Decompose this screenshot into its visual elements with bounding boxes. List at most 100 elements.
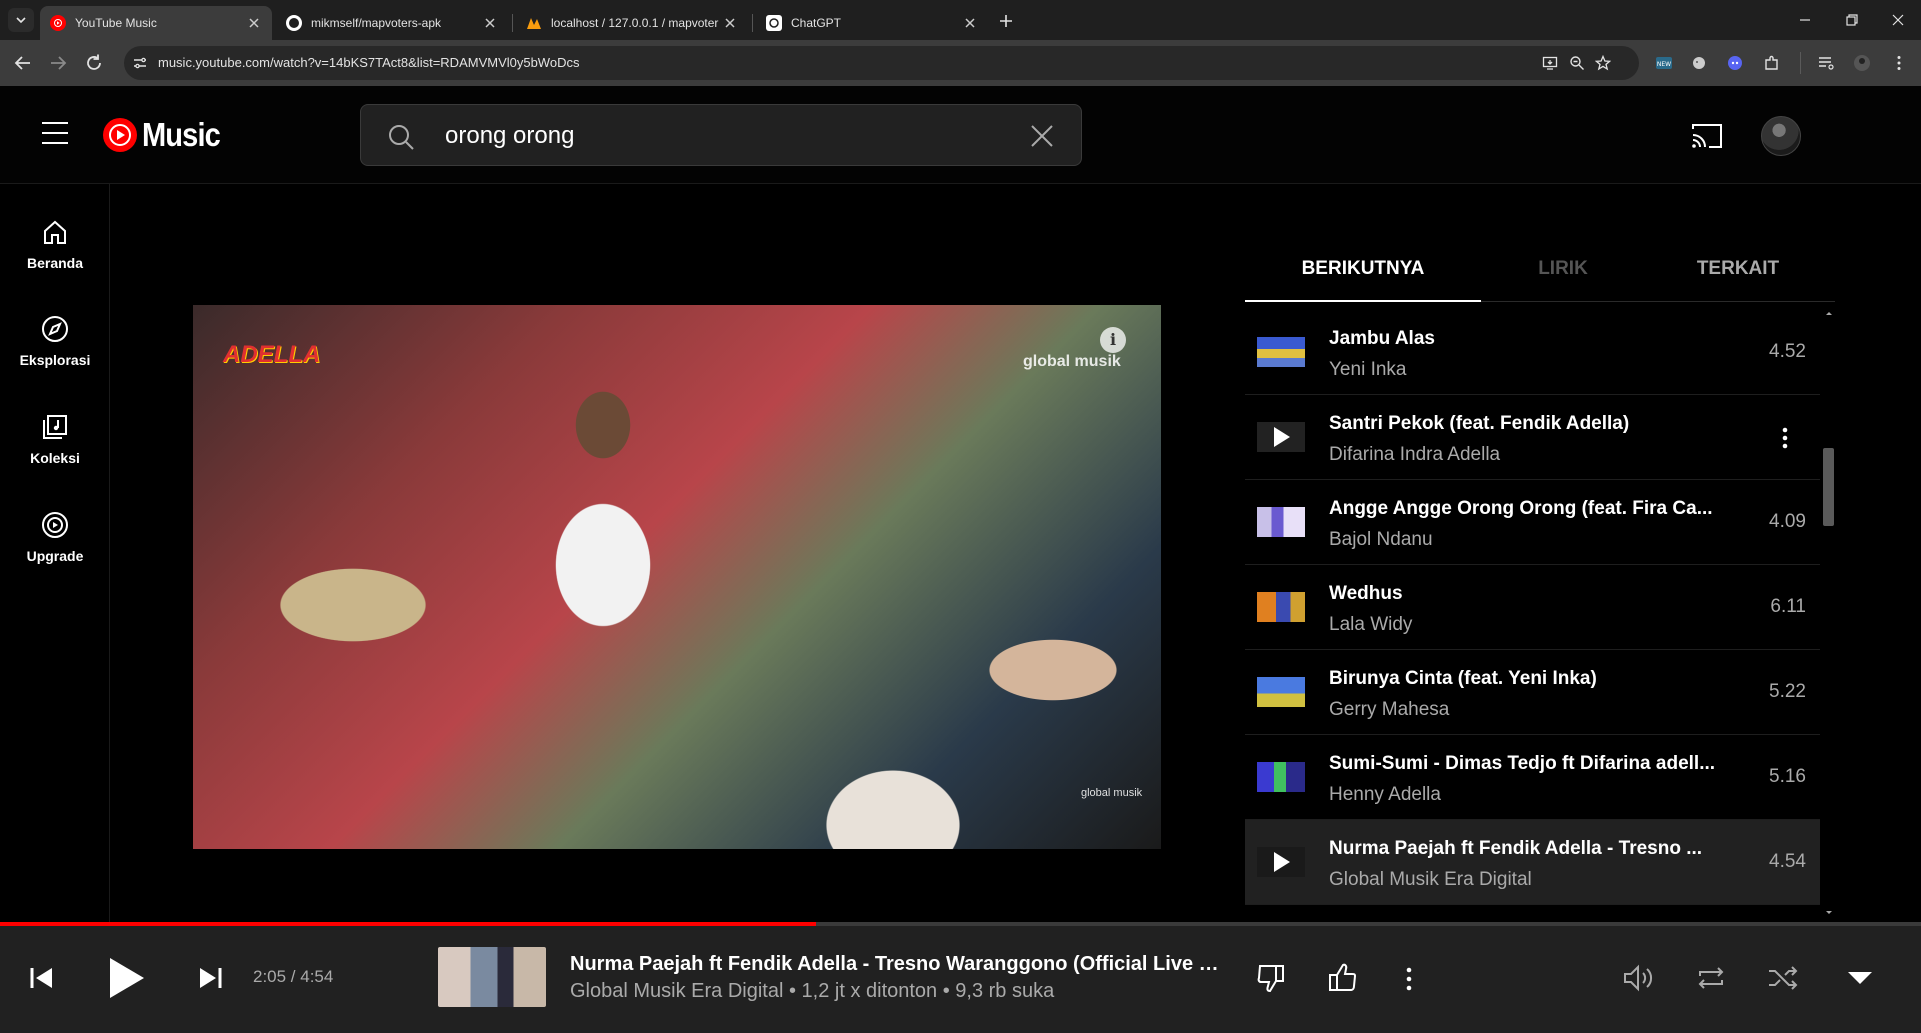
more-options-icon[interactable] xyxy=(1394,964,1424,994)
restore-icon[interactable] xyxy=(1842,10,1862,30)
queue-thumbnail xyxy=(1257,847,1305,877)
queue-scrollbar[interactable] xyxy=(1822,310,1836,916)
queue-item-artist[interactable]: Lala Widy xyxy=(1329,614,1739,636)
queue-item-title: Sumi-Sumi - Dimas Tedjo ft Difarina adel… xyxy=(1329,753,1716,774)
queue-item-artist[interactable]: Bajol Ndanu xyxy=(1329,529,1739,551)
toolbar-divider xyxy=(1800,52,1801,74)
omnibox[interactable]: music.youtube.com/watch?v=14bKS7TAct8&li… xyxy=(124,46,1639,80)
now-playing-thumbnail[interactable] xyxy=(438,947,546,1007)
video-watermark-small: global musik xyxy=(1081,787,1143,799)
queue-item-now-playing[interactable]: Nurma Paejah ft Fendik Adella - Tresno .… xyxy=(1245,820,1820,905)
logo-text: Music xyxy=(142,116,221,153)
more-options-icon[interactable] xyxy=(1770,423,1800,453)
browser-tab-phpmyadmin[interactable]: localhost / 127.0.0.1 / mapvoter xyxy=(516,6,748,40)
svg-text:NEW: NEW xyxy=(1657,61,1671,68)
queue-item-artist[interactable]: Henny Adella xyxy=(1329,784,1739,806)
extension-discord-icon[interactable] xyxy=(1726,54,1744,72)
nav-item-koleksi[interactable]: Koleksi xyxy=(0,412,110,492)
browser-tab-youtube-music[interactable]: YouTube Music xyxy=(40,6,272,40)
new-tab-plus-icon[interactable] xyxy=(994,9,1018,33)
back-arrow-icon[interactable] xyxy=(12,52,34,74)
browser-tab-github[interactable]: mikmself/mapvoters-apk xyxy=(276,6,508,40)
queue-thumbnail xyxy=(1257,422,1305,452)
extension-new-icon[interactable]: NEW xyxy=(1655,54,1673,72)
reload-icon[interactable] xyxy=(83,52,105,74)
forward-arrow-icon[interactable] xyxy=(47,52,69,74)
play-icon[interactable] xyxy=(104,954,148,1002)
queue-thumbnail xyxy=(1257,592,1305,622)
queue-item-duration: 6.11 xyxy=(1770,596,1806,617)
queue-item-duration: 4.54 xyxy=(1769,851,1806,872)
queue-item-title: Jambu Alas xyxy=(1329,328,1435,349)
queue-item[interactable]: Sumi-Sumi - Dimas Tedjo ft Difarina adel… xyxy=(1245,735,1820,820)
tab-terkait[interactable]: TERKAIT xyxy=(1620,258,1856,280)
ytm-logo[interactable]: Music xyxy=(102,114,231,156)
close-icon[interactable] xyxy=(482,15,498,31)
extension-cookie-icon[interactable] xyxy=(1690,54,1708,72)
browser-tab-chatgpt[interactable]: ChatGPT xyxy=(756,6,988,40)
profile-avatar-icon[interactable] xyxy=(1853,54,1871,72)
video-player[interactable]: ADELLA global musik i global musik xyxy=(193,305,1161,849)
play-icon[interactable] xyxy=(1257,422,1305,452)
queue-thumbnail xyxy=(1257,677,1305,707)
video-overlay-logo: ADELLA xyxy=(223,341,321,368)
queue-thumbnail xyxy=(1257,507,1305,537)
zoom-icon[interactable] xyxy=(1569,55,1585,71)
next-track-icon[interactable] xyxy=(196,964,224,992)
chevron-down-icon xyxy=(16,17,26,24)
reading-list-icon[interactable] xyxy=(1817,54,1835,72)
kebab-menu-icon[interactable] xyxy=(1890,54,1908,72)
tab-separator xyxy=(752,14,753,32)
queue-item[interactable]: Angge Angge Orong Orong (feat. Fira Ca..… xyxy=(1245,480,1820,565)
site-settings-icon[interactable] xyxy=(132,55,148,71)
queue-item-artist[interactable]: Difarina Indra Adella xyxy=(1329,444,1739,466)
like-icon[interactable] xyxy=(1327,962,1357,994)
bookmark-star-icon[interactable] xyxy=(1595,55,1611,71)
dislike-icon[interactable] xyxy=(1256,962,1286,994)
install-app-icon[interactable] xyxy=(1542,55,1558,71)
close-icon[interactable] xyxy=(246,15,262,31)
queue-item-title: Birunya Cinta (feat. Yeni Inka) xyxy=(1329,668,1597,689)
queue-item-artist[interactable]: Yeni Inka xyxy=(1329,359,1739,381)
player-bar: 2:05 / 4:54 Nurma Paejah ft Fendik Adell… xyxy=(0,926,1921,1033)
close-window-icon[interactable] xyxy=(1888,10,1908,30)
play-icon[interactable] xyxy=(1257,847,1305,877)
expand-player-icon[interactable] xyxy=(1846,968,1874,988)
queue-item[interactable]: Wedhus Lala Widy 6.11 xyxy=(1245,565,1820,650)
minimize-icon[interactable] xyxy=(1795,10,1815,30)
compass-icon xyxy=(42,316,68,342)
hamburger-menu-icon[interactable] xyxy=(40,120,70,146)
extensions-puzzle-icon[interactable] xyxy=(1763,54,1781,72)
nav-item-eksplorasi[interactable]: Eksplorasi xyxy=(0,314,110,394)
queue-item-duration: 4.52 xyxy=(1769,341,1806,362)
close-icon[interactable] xyxy=(962,15,978,31)
queue-thumbnail xyxy=(1257,762,1305,792)
queue-scrollbar-thumb[interactable] xyxy=(1823,448,1834,526)
nav-item-upgrade[interactable]: Upgrade xyxy=(0,510,110,590)
queue-item[interactable]: Jambu Alas Yeni Inka 4.52 xyxy=(1245,310,1820,395)
volume-icon[interactable] xyxy=(1622,963,1654,993)
active-tab-indicator xyxy=(1245,300,1481,302)
queue-item[interactable]: Birunya Cinta (feat. Yeni Inka) Gerry Ma… xyxy=(1245,650,1820,735)
clear-search-icon[interactable] xyxy=(1029,123,1055,149)
search-box[interactable] xyxy=(360,104,1082,166)
close-icon[interactable] xyxy=(722,15,738,31)
cast-icon[interactable] xyxy=(1690,122,1724,150)
nav-label: Beranda xyxy=(26,255,84,271)
queue-item-artist[interactable]: Global Musik Era Digital xyxy=(1329,869,1739,891)
previous-track-icon[interactable] xyxy=(28,964,56,992)
account-avatar[interactable] xyxy=(1761,116,1801,156)
search-input[interactable] xyxy=(445,120,1005,152)
queue-item[interactable]: Santri Pekok (feat. Fendik Adella) Difar… xyxy=(1245,395,1820,480)
search-icon[interactable] xyxy=(387,123,415,151)
shuffle-icon[interactable] xyxy=(1766,963,1800,993)
repeat-icon[interactable] xyxy=(1694,963,1728,993)
panel-tabs: BERIKUTNYA LIRIK TERKAIT xyxy=(1245,240,1835,302)
info-icon[interactable]: i xyxy=(1100,327,1126,353)
tab-search-button[interactable] xyxy=(8,8,34,32)
queue-item-artist[interactable]: Gerry Mahesa xyxy=(1329,699,1739,721)
queue-item-title: Nurma Paejah ft Fendik Adella - Tresno .… xyxy=(1329,838,1703,859)
now-playing-title[interactable]: Nurma Paejah ft Fendik Adella - Tresno W… xyxy=(570,953,1235,976)
nav-item-beranda[interactable]: Beranda xyxy=(0,217,110,297)
queue-list: Jambu Alas Yeni Inka 4.52 Santri Pekok (… xyxy=(1245,310,1820,910)
